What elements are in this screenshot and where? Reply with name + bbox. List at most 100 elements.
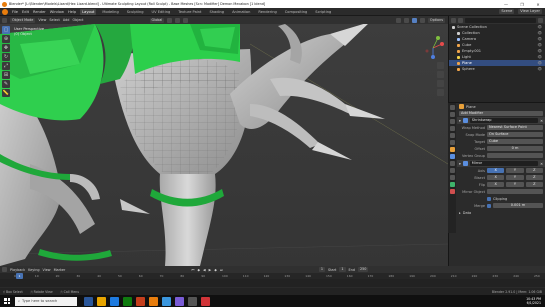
annotate-icon[interactable]: ✎ — [2, 80, 10, 88]
output-tab-icon[interactable] — [449, 119, 455, 124]
tool-tab-icon[interactable] — [449, 105, 455, 110]
play-icon[interactable]: ▶ — [209, 268, 212, 272]
blender-menu-icon[interactable] — [2, 8, 8, 15]
workspace-tab-modeling[interactable]: Modeling — [100, 9, 120, 15]
axis-toggle-button[interactable]: X — [487, 175, 505, 180]
merge-distance-field[interactable]: 0.001 m — [493, 203, 543, 208]
material-tab-icon[interactable] — [449, 189, 455, 194]
menu-render[interactable]: Render — [33, 10, 46, 14]
object-tab-icon[interactable] — [449, 147, 455, 152]
new-collection-icon[interactable] — [538, 17, 543, 23]
rotate-icon[interactable]: ↻ — [2, 53, 10, 61]
viewport-menu-add[interactable]: Add — [63, 18, 70, 22]
constraints-tab-icon[interactable] — [449, 175, 455, 180]
viewport-menu-select[interactable]: Select — [49, 18, 59, 22]
transform-icon[interactable]: ⊞ — [2, 71, 10, 79]
snap-icon[interactable] — [175, 17, 181, 23]
maximize-button[interactable]: ❐ — [515, 2, 529, 7]
add-modifier-button[interactable]: Add Modifier — [459, 111, 543, 116]
workspace-tab-uv-editing[interactable]: UV Editing — [150, 9, 173, 15]
scale-icon[interactable]: ⤢ — [2, 62, 10, 70]
view-layer-tab-icon[interactable] — [449, 126, 455, 131]
particles-tab-icon[interactable] — [449, 161, 455, 166]
taskbar-search-input[interactable]: ⌕ Type here to search — [15, 296, 77, 306]
chevron-down-icon[interactable]: ▾ — [459, 162, 461, 166]
shading-material-icon[interactable] — [419, 17, 425, 23]
workspace-tab-layout[interactable]: Layout — [80, 8, 97, 15]
chevron-down-icon[interactable]: ▾ — [459, 119, 461, 123]
mirror-modifier-header[interactable]: ▾ Mirror ✕ — [457, 160, 545, 167]
scene-selector[interactable]: Scene — [499, 9, 515, 14]
visibility-eye-icon[interactable]: 👁 — [537, 66, 542, 72]
modifier-close-icon[interactable]: ✕ — [540, 119, 543, 123]
property-field[interactable]: Nearest Surface Point — [487, 125, 543, 130]
workspace-tab-rendering[interactable]: Rendering — [256, 9, 278, 15]
data-subpanel-header[interactable]: ▸ Data — [457, 209, 545, 216]
end-frame-field[interactable]: 250 — [357, 267, 369, 272]
view-layer-selector[interactable]: View Layer — [518, 9, 542, 14]
mirror-object-field[interactable] — [487, 189, 543, 194]
menu-edit[interactable]: Edit — [22, 10, 29, 14]
overlay-icon[interactable] — [395, 17, 401, 23]
minimize-button[interactable]: — — [499, 2, 513, 7]
viewport-menu-object[interactable]: Object — [72, 18, 83, 22]
shrinkwrap-modifier-header[interactable]: ▾ Shrinkwrap ✕ — [457, 117, 545, 124]
timeline-editor-icon[interactable] — [2, 267, 7, 272]
close-button[interactable]: ✕ — [531, 2, 545, 7]
workspace-tab-sculpting[interactable]: Sculpting — [125, 9, 146, 15]
mode-selector[interactable]: Object Mode — [10, 17, 36, 23]
timeline-menu-marker[interactable]: Marker — [54, 268, 66, 272]
physics-tab-icon[interactable] — [449, 168, 455, 173]
xray-icon[interactable] — [403, 17, 409, 23]
windows-start-icon[interactable] — [2, 296, 12, 306]
outliner-search-input[interactable] — [465, 17, 536, 23]
data-tab-icon[interactable] — [449, 182, 455, 187]
timeline-menu-playback[interactable]: Playback — [10, 268, 25, 272]
outliner-item[interactable]: Sphere 👁 — [449, 66, 545, 72]
current-frame-field[interactable]: 1 — [318, 267, 326, 272]
axis-toggle-button[interactable]: Z — [525, 168, 543, 173]
taskbar-app-icon[interactable] — [136, 296, 145, 306]
axis-toggle-button[interactable]: Y — [506, 168, 524, 173]
taskbar-app-icon[interactable] — [201, 296, 210, 306]
axis-toggle-button[interactable]: Y — [506, 175, 524, 180]
outliner-editor-icon[interactable] — [451, 17, 456, 23]
axis-toggle-button[interactable]: X — [487, 168, 505, 173]
property-field[interactable]: 0 m — [487, 146, 543, 151]
timeline-menu-keying[interactable]: Keying — [28, 268, 39, 272]
taskbar-clock[interactable]: 10:43 PM 6/1/2021 — [526, 297, 541, 305]
3d-viewport[interactable] — [0, 24, 448, 266]
select-box-icon[interactable]: ▢ — [2, 26, 10, 34]
clipping-checkbox[interactable] — [487, 196, 491, 201]
axis-toggle-button[interactable]: Z — [525, 182, 543, 187]
shrinkwrap-name-field[interactable]: Shrinkwrap — [469, 118, 539, 123]
cursor-icon[interactable]: ⊕ — [2, 35, 10, 43]
transform-orientation-selector[interactable]: Global — [149, 17, 165, 23]
property-field[interactable] — [487, 153, 543, 158]
options-button[interactable]: Options — [427, 17, 445, 23]
start-frame-field[interactable]: 1 — [339, 267, 346, 272]
jump-end-icon[interactable]: ⏭ — [220, 268, 223, 272]
world-tab-icon[interactable] — [449, 140, 455, 145]
proportional-edit-icon[interactable] — [183, 17, 189, 23]
measure-icon[interactable]: 📏 — [2, 89, 10, 97]
axis-toggle-button[interactable]: Z — [525, 175, 543, 180]
menu-help[interactable]: Help — [68, 10, 76, 14]
taskbar-app-icon[interactable] — [149, 296, 158, 306]
timeline-track[interactable] — [0, 279, 545, 287]
workspace-tab-compositing[interactable]: Compositing — [283, 9, 310, 15]
taskbar-app-icon[interactable] — [110, 296, 119, 306]
prev-key-icon[interactable]: ◆ — [197, 268, 200, 272]
taskbar-app-icon[interactable] — [162, 296, 171, 306]
outliner-filter-icon[interactable] — [458, 17, 463, 23]
workspace-tab-scripting[interactable]: Scripting — [313, 9, 333, 15]
axis-toggle-button[interactable]: Y — [506, 182, 524, 187]
property-field[interactable]: On Surface — [487, 132, 543, 137]
render-tab-icon[interactable] — [449, 112, 455, 117]
editor-type-icon[interactable] — [2, 17, 7, 23]
move-icon[interactable]: ✥ — [2, 44, 10, 52]
merge-checkbox[interactable] — [487, 203, 491, 208]
chevron-right-icon[interactable]: ▸ — [459, 211, 461, 215]
timeline-playhead[interactable]: 1 — [16, 273, 23, 279]
shading-solid-icon[interactable] — [411, 17, 417, 23]
